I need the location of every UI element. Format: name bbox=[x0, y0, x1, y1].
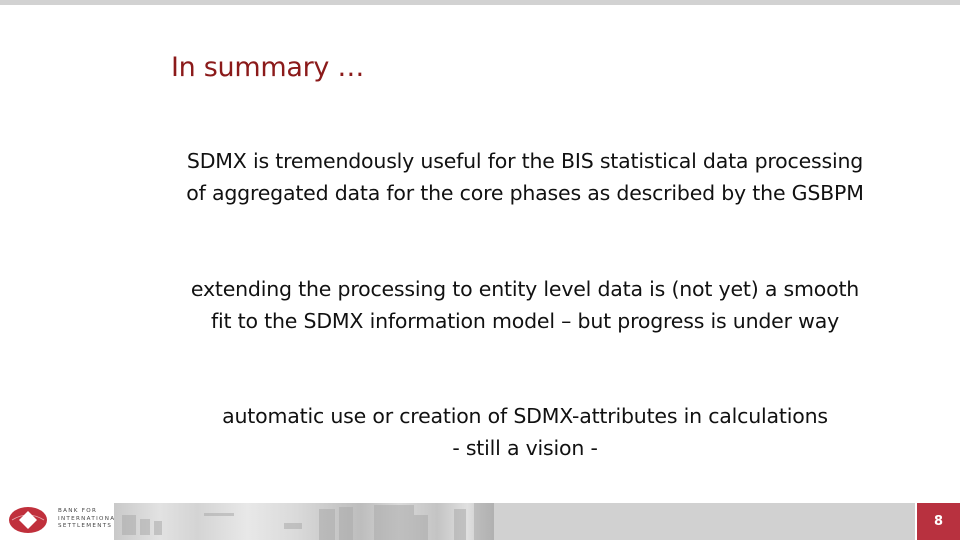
logo-text-line-2: INTERNATIONAL bbox=[58, 515, 120, 522]
footer-band bbox=[494, 503, 915, 540]
summary-point-2-line-1: extending the processing to entity level… bbox=[190, 277, 860, 301]
summary-point-3-line-1: automatic use or creation of SDMX-attrib… bbox=[222, 404, 828, 428]
logo-text-line-3: SETTLEMENTS bbox=[58, 523, 113, 530]
bis-logo-text: BANK FOR INTERNATIONAL SETTLEMENTS bbox=[58, 508, 120, 531]
bis-logo: BANK FOR INTERNATIONAL SETTLEMENTS bbox=[6, 505, 118, 539]
bis-logo-icon bbox=[9, 507, 47, 533]
footer-photo-strip bbox=[114, 503, 494, 540]
summary-point-2: extending the processing to entity level… bbox=[140, 273, 910, 337]
footer: BANK FOR INTERNATIONAL SETTLEMENTS 8 bbox=[0, 503, 960, 540]
page-number: 8 bbox=[915, 503, 960, 540]
summary-point-1-line-2: of aggregated data for the core phases a… bbox=[186, 181, 864, 205]
summary-point-2-line-2: fit to the SDMX information model – but … bbox=[211, 309, 839, 333]
summary-point-1: SDMX is tremendously useful for the BIS … bbox=[140, 145, 910, 209]
logo-text-line-1: BANK FOR bbox=[58, 508, 98, 514]
slide-title: In summary … bbox=[171, 52, 365, 83]
summary-point-3: automatic use or creation of SDMX-attrib… bbox=[140, 400, 910, 464]
summary-point-1-line-1: SDMX is tremendously useful for the BIS … bbox=[186, 149, 864, 173]
summary-point-3-line-2: - still a vision - bbox=[452, 436, 598, 460]
top-bar bbox=[0, 0, 960, 5]
